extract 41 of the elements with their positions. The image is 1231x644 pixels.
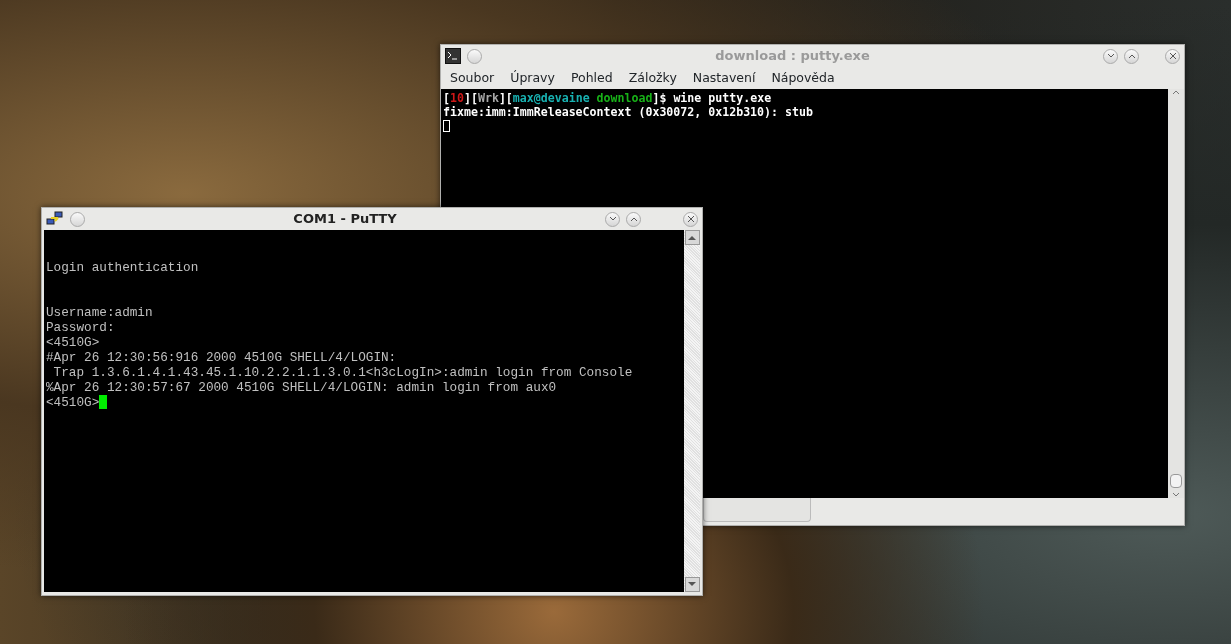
terminal-line: [10][Wrk][max@devaine download]$ wine putty.exe [443, 91, 773, 105]
window-title: download : putty.exe [714, 47, 871, 66]
maximize-button[interactable] [626, 211, 641, 227]
terminal-line: #Apr 26 12:30:56:916 2000 4510G SHELL/4/LOGIN: [46, 350, 397, 365]
chevron-down-icon [1172, 492, 1180, 498]
chevron-down-icon [1106, 53, 1115, 59]
close-icon [686, 215, 695, 223]
menu-item[interactable]: Záložky [628, 68, 677, 88]
minimize-button[interactable] [605, 211, 620, 227]
chevron-up-icon [1172, 89, 1180, 95]
terminal-icon [445, 48, 461, 64]
chevron-down-icon [688, 582, 696, 587]
terminal-line: Username:admin [46, 305, 153, 320]
scrollbar-thumb[interactable] [1170, 474, 1182, 488]
minimize-button[interactable] [1103, 48, 1118, 64]
maximize-button[interactable] [1124, 48, 1139, 64]
close-icon [1168, 52, 1177, 60]
close-button[interactable] [1165, 48, 1180, 64]
text-cursor [443, 120, 450, 132]
network-computers-icon [46, 211, 64, 227]
scrollbar[interactable] [684, 230, 700, 592]
terminal-line: %Apr 26 12:30:57:67 2000 4510G SHELL/4/LOGIN: admin login from aux0 [46, 380, 557, 395]
chevron-up-icon [1127, 53, 1136, 59]
chevron-up-icon [629, 216, 638, 222]
text-cursor [99, 395, 108, 409]
menu-item[interactable]: Pohled [570, 68, 613, 88]
menu-item[interactable]: Soubor [450, 68, 495, 88]
terminal-line: fixme:imm:ImmReleaseContext (0x30072, 0x12b310): stub [443, 105, 814, 119]
scrollbar[interactable] [1168, 89, 1184, 498]
chevron-down-icon [608, 216, 617, 222]
close-button[interactable] [683, 211, 698, 227]
menu-item[interactable]: Nápověda [771, 68, 835, 88]
terminal-line: <4510G> [46, 395, 100, 410]
terminal-line: Password: [46, 320, 115, 335]
terminal-line: <4510G> [46, 335, 100, 350]
menu-item[interactable]: Nastavení [692, 68, 756, 88]
window-title: COM1 - PuTTY [292, 210, 398, 229]
chevron-up-icon [688, 235, 696, 240]
terminal-line: Trap 1.3.6.1.4.1.43.45.1.10.2.2.1.1.3.0.1<h3cLogIn>:admin login from Console [52, 365, 633, 380]
menu-item[interactable]: Úpravy [510, 68, 555, 88]
terminal-line: Login authentication [46, 260, 199, 275]
